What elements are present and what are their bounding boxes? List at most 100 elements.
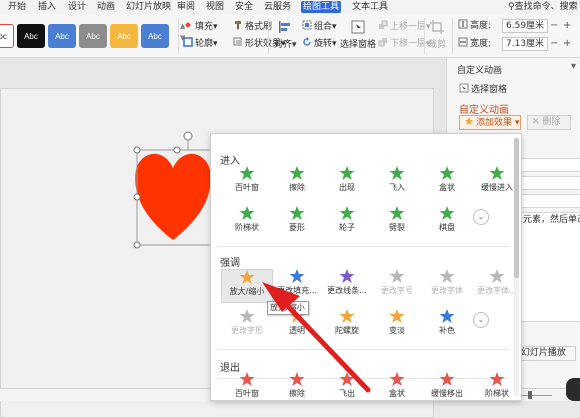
heart-shape[interactable] [128, 128, 218, 250]
select-pane-link[interactable]: 选择窗格 [459, 82, 507, 95]
effect-item-label: 盒状 [389, 389, 405, 398]
effect-star-icon [489, 166, 505, 180]
effect-tooltip: 放大/缩小 [267, 301, 309, 315]
menu-tab-view[interactable]: 视图 [204, 1, 226, 13]
effect-item[interactable]: 菱形 [271, 206, 323, 240]
section-title-emphasis: 强调 [220, 258, 240, 269]
effect-item[interactable]: 阶梯状 [221, 206, 273, 240]
bring-forward-button[interactable]: 上移一层▾ [378, 20, 431, 33]
effect-star-icon [339, 166, 355, 180]
effect-item[interactable]: 出现 [321, 166, 373, 200]
floating-tool-button[interactable] [566, 378, 580, 401]
align-button[interactable]: 对齐▾ [274, 19, 297, 50]
effect-item[interactable]: 百叶窗 [221, 166, 273, 200]
shape-style-swatch[interactable]: Abc [17, 24, 45, 48]
select-pane-icon [459, 83, 469, 93]
shape-style-swatch[interactable]: Abc [48, 24, 76, 48]
menu-tab-home[interactable]: 开始 [6, 1, 28, 13]
menu-tab-text-tools[interactable]: 文本工具 [350, 1, 390, 13]
effect-start-field[interactable] [517, 158, 580, 172]
effect-item[interactable]: 更改线条... [321, 269, 373, 303]
width-increase-button[interactable]: + [563, 37, 571, 51]
crop-button[interactable]: 裁剪 [428, 19, 446, 50]
pane-options-icon[interactable]: ▾ [571, 61, 576, 72]
bring-forward-icon [379, 20, 388, 29]
effect-item[interactable]: 盒状 [371, 372, 423, 400]
menu-tab-animation[interactable]: 动画 [95, 1, 117, 13]
width-decrease-button[interactable]: − [550, 37, 558, 51]
shape-style-swatch[interactable]: Abc [0, 24, 14, 48]
pane-title: 自定义动画 [457, 66, 503, 76]
more-emphasis-effects-icon[interactable]: ⌄ [473, 312, 489, 328]
effect-speed-field[interactable] [517, 194, 580, 208]
menu-tab-security[interactable]: 安全 [233, 1, 255, 13]
effect-item[interactable]: 更改字形 [221, 309, 273, 343]
fill-button[interactable]: 填充▾ [183, 20, 218, 33]
menu-bar: 开始 插入 设计 动画 幻灯片放映 审阅 视图 安全 云服务 绘图工具 文本工具… [0, 0, 580, 14]
effect-item[interactable]: 更改字体 [421, 269, 473, 303]
effect-item[interactable]: 擦除 [271, 372, 323, 400]
effect-item[interactable]: 缓慢移出 [421, 372, 473, 400]
effect-item-label: 补色 [439, 326, 455, 335]
zoom-slider-thumb[interactable] [528, 391, 532, 399]
pane-section-title: 自定义动画 [459, 105, 509, 116]
outline-button[interactable]: 轮廓▾ [183, 37, 218, 50]
group-button[interactable]: 组合▾ [302, 20, 337, 33]
effect-item[interactable]: 擦除 [271, 166, 323, 200]
effect-item[interactable]: 轮子 [321, 206, 373, 240]
effect-star-icon [439, 269, 455, 283]
shape-style-swatch[interactable]: Abc [79, 24, 107, 48]
effect-item-label: 百叶窗 [235, 183, 259, 192]
menu-tab-drawing-tools[interactable]: 绘图工具 [301, 1, 342, 13]
effect-item[interactable]: 更改字号 [371, 269, 423, 303]
effect-property-field[interactable] [517, 176, 580, 190]
shape-style-swatch[interactable]: Abc [110, 24, 138, 48]
effect-star-icon [439, 206, 455, 220]
effect-item[interactable]: 盒状 [421, 166, 473, 200]
command-search[interactable]: ⚲查找命令、搜索 [508, 1, 578, 13]
align-icon [279, 21, 291, 33]
effect-star-icon [239, 309, 255, 323]
effect-item[interactable]: 更改填充... [271, 269, 323, 303]
effect-item[interactable]: 飞出 [321, 372, 373, 400]
pane-hint-text: 个元素，然后单击 [514, 215, 580, 225]
menu-tab-review[interactable]: 审阅 [175, 1, 197, 13]
dropdown-scrollbar-thumb[interactable] [514, 138, 519, 278]
effect-item-label: 更改字体 [431, 286, 463, 295]
effect-star-icon [339, 269, 355, 283]
menu-tab-insert[interactable]: 插入 [36, 1, 58, 13]
effect-item[interactable]: 劈裂 [371, 206, 423, 240]
delete-effect-button[interactable]: ✕ 删除 [527, 115, 571, 130]
effect-star-icon [389, 206, 405, 220]
effect-list[interactable] [517, 212, 580, 322]
menu-tab-design[interactable]: 设计 [66, 1, 88, 13]
height-input[interactable]: 6.59厘米 [502, 19, 548, 33]
shape-style-swatch[interactable]: Abc [141, 24, 169, 48]
effect-item[interactable]: 百叶窗 [221, 372, 273, 400]
more-entrance-effects-icon[interactable]: ⌄ [473, 209, 489, 225]
menu-tab-cloud[interactable]: 云服务 [262, 1, 293, 13]
effect-item[interactable]: 放大/缩小 [221, 269, 273, 303]
effect-item-label: 百叶窗 [235, 389, 259, 398]
send-backward-button[interactable]: 下移一层▾ [378, 37, 431, 50]
width-label: 宽度: [458, 37, 491, 51]
effect-star-icon [389, 309, 405, 323]
select-pane-button[interactable]: 选择窗格 [340, 19, 376, 50]
effect-item[interactable]: 陀螺旋 [321, 309, 373, 343]
effect-item[interactable]: 变淡 [371, 309, 423, 343]
effect-star-icon [389, 269, 405, 283]
height-increase-button[interactable]: + [563, 19, 571, 33]
menu-tab-slideshow[interactable]: 幻灯片放映 [124, 1, 173, 13]
effect-item[interactable]: 飞入 [371, 166, 423, 200]
outline-icon [183, 37, 193, 47]
add-effect-button[interactable]: 添加效果 ▾ [459, 115, 521, 130]
crop-icon [430, 20, 444, 34]
width-input[interactable]: 7.13厘米 [502, 37, 548, 51]
group-icon [302, 20, 312, 30]
effect-star-icon [289, 372, 305, 386]
effect-item[interactable]: 棋盘 [421, 206, 473, 240]
rotate-button[interactable]: 旋转▾ [302, 37, 337, 50]
effect-item[interactable]: 补色 [421, 309, 473, 343]
height-decrease-button[interactable]: − [550, 19, 558, 33]
format-painter-button[interactable]: 格式刷 [233, 20, 272, 33]
